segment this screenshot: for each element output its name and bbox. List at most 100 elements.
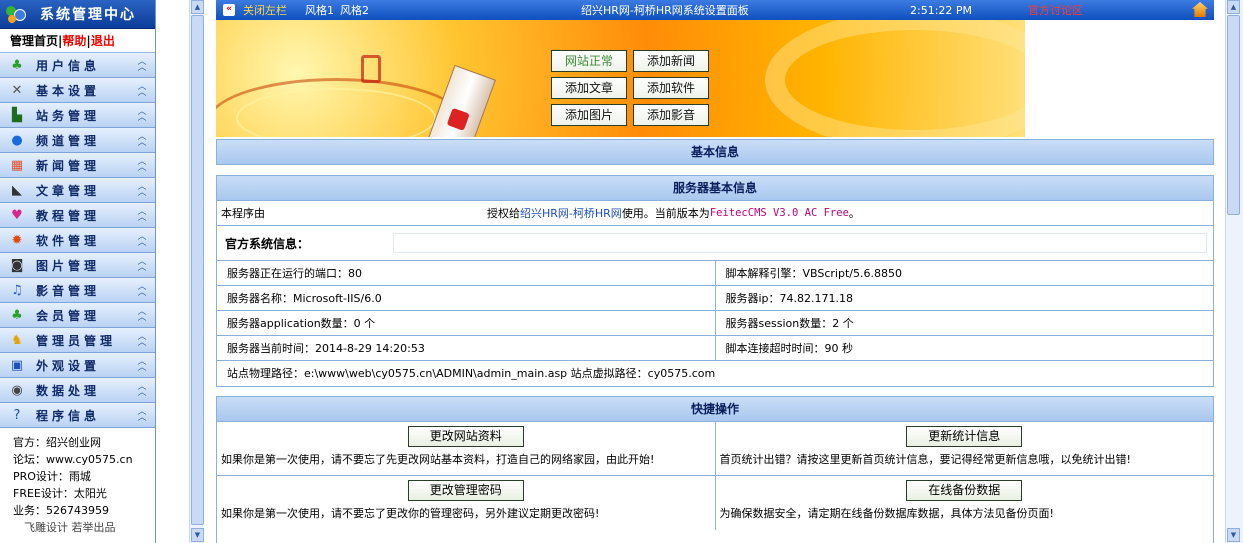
clock: 2:51:22 PM: [910, 3, 973, 17]
quick-action-description: 如果你是第一次使用，请不要忘了更改你的管理密码，另外建议定期更改密码!: [221, 507, 600, 520]
chevron-up-icon: ︿ ︿: [137, 307, 147, 323]
sidebar-item-label: 会员管理: [36, 308, 101, 323]
add-image-button[interactable]: 添加图片: [551, 104, 627, 126]
sidebar-item-news-management[interactable]: ▦ 新闻管理 ︿ ︿: [0, 153, 155, 178]
scrollbar-thumb[interactable]: [1227, 15, 1240, 215]
edit-site-info-button[interactable]: 更改网站资料: [407, 426, 524, 447]
chevron-up-icon: ︿ ︿: [137, 107, 147, 123]
sidebar-title: 系统管理中心: [40, 7, 136, 23]
sidebar-item-label: 站务管理: [36, 108, 101, 123]
sidebar-item-data-processing[interactable]: ◉ 数据处理 ︿ ︿: [0, 378, 155, 403]
style-1-link[interactable]: 风格1: [305, 2, 334, 18]
change-password-button[interactable]: 更改管理密码: [407, 480, 524, 501]
music-icon: ♫: [11, 282, 23, 298]
sidebar-item-label: 用户信息: [36, 58, 101, 73]
scroll-up-button[interactable]: ▲: [1227, 0, 1240, 14]
sidebar-item-label: 教程管理: [36, 208, 101, 223]
quick-action-description: 为确保数据安全，请定期在线备份数据库数据，具体方法见备份页面!: [719, 507, 1054, 520]
server-info-header: 服务器基本信息: [217, 176, 1213, 200]
scroll-down-button[interactable]: ▼: [1227, 528, 1240, 542]
home-icon[interactable]: [1192, 2, 1208, 17]
sidebar-item-label: 频道管理: [36, 133, 101, 148]
credit-text: 飞雕设计 若举出品: [13, 521, 116, 534]
seal-decoration: [361, 55, 381, 83]
chevron-up-icon: ︿ ︿: [137, 182, 147, 198]
close-left-panel-link[interactable]: 关闭左栏: [243, 2, 287, 18]
scroll-up-button[interactable]: ▲: [191, 0, 204, 14]
quick-actions-table: 更改网站资料 如果你是第一次使用，请不要忘了先更改网站基本资料，打造自己的网络家…: [217, 421, 1213, 530]
main-scrollbar[interactable]: ▲ ▼: [1225, 0, 1243, 543]
add-news-button[interactable]: 添加新闻: [633, 50, 709, 72]
admin-home-link[interactable]: 管理首页: [10, 32, 58, 49]
sidebar-item-tutorial-management[interactable]: ♥ 教程管理 ︿ ︿: [0, 203, 155, 228]
chevron-up-icon: ︿ ︿: [137, 357, 147, 373]
sidebar-item-channel-management[interactable]: ● 频道管理 ︿ ︿: [0, 128, 155, 153]
sidebar: 系统管理中心 管理首页 | 帮助 | 退出 ♣ 用户信息 ︿ ︿ ✕ 基本设置 ︿ ︿ ▙ 站…: [0, 0, 156, 543]
sidebar-item-media-management[interactable]: ♫ 影音管理 ︿ ︿: [0, 278, 155, 303]
backup-data-button[interactable]: 在线备份数据: [906, 480, 1023, 501]
sidebar-item-users[interactable]: ♣ 用户信息 ︿ ︿: [0, 53, 155, 78]
table-cell: 服务器正在运行的端口：80: [217, 260, 715, 286]
logout-link[interactable]: 退出: [91, 32, 115, 49]
sidebar-item-site-management[interactable]: ▙ 站务管理 ︿ ︿: [0, 103, 155, 128]
help-link[interactable]: 帮助: [62, 32, 86, 49]
left-frame-scrollbar[interactable]: ▲ ▼: [189, 0, 204, 543]
sidebar-item-member-management[interactable]: ♣ 会员管理 ︿ ︿: [0, 303, 155, 328]
official-forum-link[interactable]: 官方讨论区: [1028, 2, 1083, 18]
add-software-button[interactable]: 添加软件: [633, 77, 709, 99]
disk-icon: ◉: [11, 382, 23, 398]
chevron-up-icon: ︿ ︿: [137, 132, 147, 148]
site-status-button[interactable]: 网站正常: [551, 50, 627, 72]
quick-action-cell: 更新统计信息 首页统计出错？请按这里更新首页统计信息，要记得经常更新信息哦，以免…: [714, 421, 1213, 476]
sidebar-item-label: 外观设置: [36, 358, 101, 373]
add-media-button[interactable]: 添加影音: [633, 104, 709, 126]
sidebar-item-program-info[interactable]: ? 程序信息 ︿ ︿: [0, 403, 155, 428]
sidebar-info: 官方：绍兴创业网 论坛：www.cy0575.cn PRO设计：雨城 FREE设…: [0, 428, 155, 536]
sidebar-item-label: 基本设置: [36, 83, 101, 98]
lamp-icon: ◣: [12, 182, 22, 198]
collapse-left-icon[interactable]: «: [223, 4, 235, 16]
table-cell: 服务器session数量：2 个: [714, 310, 1213, 336]
quick-action-cell: 在线备份数据 为确保数据安全，请定期在线备份数据库数据，具体方法见备份页面!: [714, 475, 1213, 530]
official-info-label: 官方系统信息：: [225, 236, 310, 251]
table-row: 服务器名称：Microsoft-IIS/6.0 服务器ip：74.82.171.…: [217, 285, 1213, 311]
banner-image: 网站正常 添加新闻 添加文章 添加软件 添加图片 添加影音: [216, 20, 1025, 137]
scrollbar-thumb[interactable]: [191, 15, 204, 525]
sidebar-item-software-management[interactable]: ✹ 软件管理 ︿ ︿: [0, 228, 155, 253]
scroll-down-button[interactable]: ▼: [191, 528, 204, 542]
sidebar-item-image-management[interactable]: ◙ 图片管理 ︿ ︿: [0, 253, 155, 278]
tools-icon: ✕: [11, 82, 23, 98]
users-icon: ♣: [11, 57, 23, 73]
quick-action-cell: 更改管理密码 如果你是第一次使用，请不要忘了更改你的管理密码，另外建议定期更改密…: [217, 475, 715, 530]
sidebar-item-label: 软件管理: [36, 233, 101, 248]
banner-quick-buttons: 网站正常 添加新闻 添加文章 添加软件 添加图片 添加影音: [551, 50, 709, 126]
program-by-label: 本程序由: [221, 207, 265, 220]
quick-action-cell: 更改网站资料 如果你是第一次使用，请不要忘了先更改网站基本资料，打造自己的网络家…: [217, 421, 715, 476]
sidebar-item-appearance-settings[interactable]: ▣ 外观设置 ︿ ︿: [0, 353, 155, 378]
site-path-cell: 站点物理路径：e:\www\web\cy0575.cn\ADMIN\admin_…: [217, 360, 1213, 386]
chevron-up-icon: ︿ ︿: [137, 232, 147, 248]
sidebar-item-basic-settings[interactable]: ✕ 基本设置 ︿ ︿: [0, 78, 155, 103]
table-cell: 服务器当前时间：2014-8-29 14:20:53: [217, 335, 715, 361]
version-text: FeitecCMS V3.0 AC Free: [709, 207, 849, 219]
quick-action-description: 如果你是第一次使用，请不要忘了先更改网站基本资料，打造自己的网络家园，由此开始!: [221, 453, 655, 466]
chevron-up-icon: ︿ ︿: [137, 207, 147, 223]
license-row: 本程序由 授权给 绍兴HR网-柯桥HR网 使用。当前版本为 FeitecCMS V3.…: [217, 200, 1213, 225]
update-stats-button[interactable]: 更新统计信息: [906, 426, 1023, 447]
gear-ball-icon: ✹: [11, 232, 23, 248]
sidebar-item-admin-management[interactable]: ♞ 管理员管理 ︿ ︿: [0, 328, 155, 353]
table-row: 站点物理路径：e:\www\web\cy0575.cn\ADMIN\admin_…: [217, 360, 1213, 386]
quick-actions-section: 快捷操作 更改网站资料 如果你是第一次使用，请不要忘了先更改网站基本资料，打造自…: [216, 396, 1214, 543]
sidebar-menu: ♣ 用户信息 ︿ ︿ ✕ 基本设置 ︿ ︿ ▙ 站务管理 ︿ ︿ ● 频道管理 ︿ ︿ ▦ 新闻管理 ︿ ︿ …: [0, 53, 155, 428]
globe-icon: ●: [11, 132, 23, 148]
sidebar-item-article-management[interactable]: ◣ 文章管理 ︿ ︿: [0, 178, 155, 203]
server-info-section: 服务器基本信息 本程序由 授权给 绍兴HR网-柯桥HR网 使用。当前版本为 Feite…: [216, 175, 1214, 387]
license-end: 。: [848, 207, 860, 220]
camera-icon: ◙: [10, 257, 24, 273]
style-2-link[interactable]: 风格2: [340, 2, 369, 18]
table-cell: 脚本连接超时时间：90 秒: [714, 335, 1213, 361]
users-logo-icon: [4, 3, 32, 25]
add-article-button[interactable]: 添加文章: [551, 77, 627, 99]
sidebar-item-label: 数据处理: [36, 383, 101, 398]
table-row: 服务器正在运行的端口：80 脚本解释引擎：VBScript/5.6.8850: [217, 260, 1213, 286]
